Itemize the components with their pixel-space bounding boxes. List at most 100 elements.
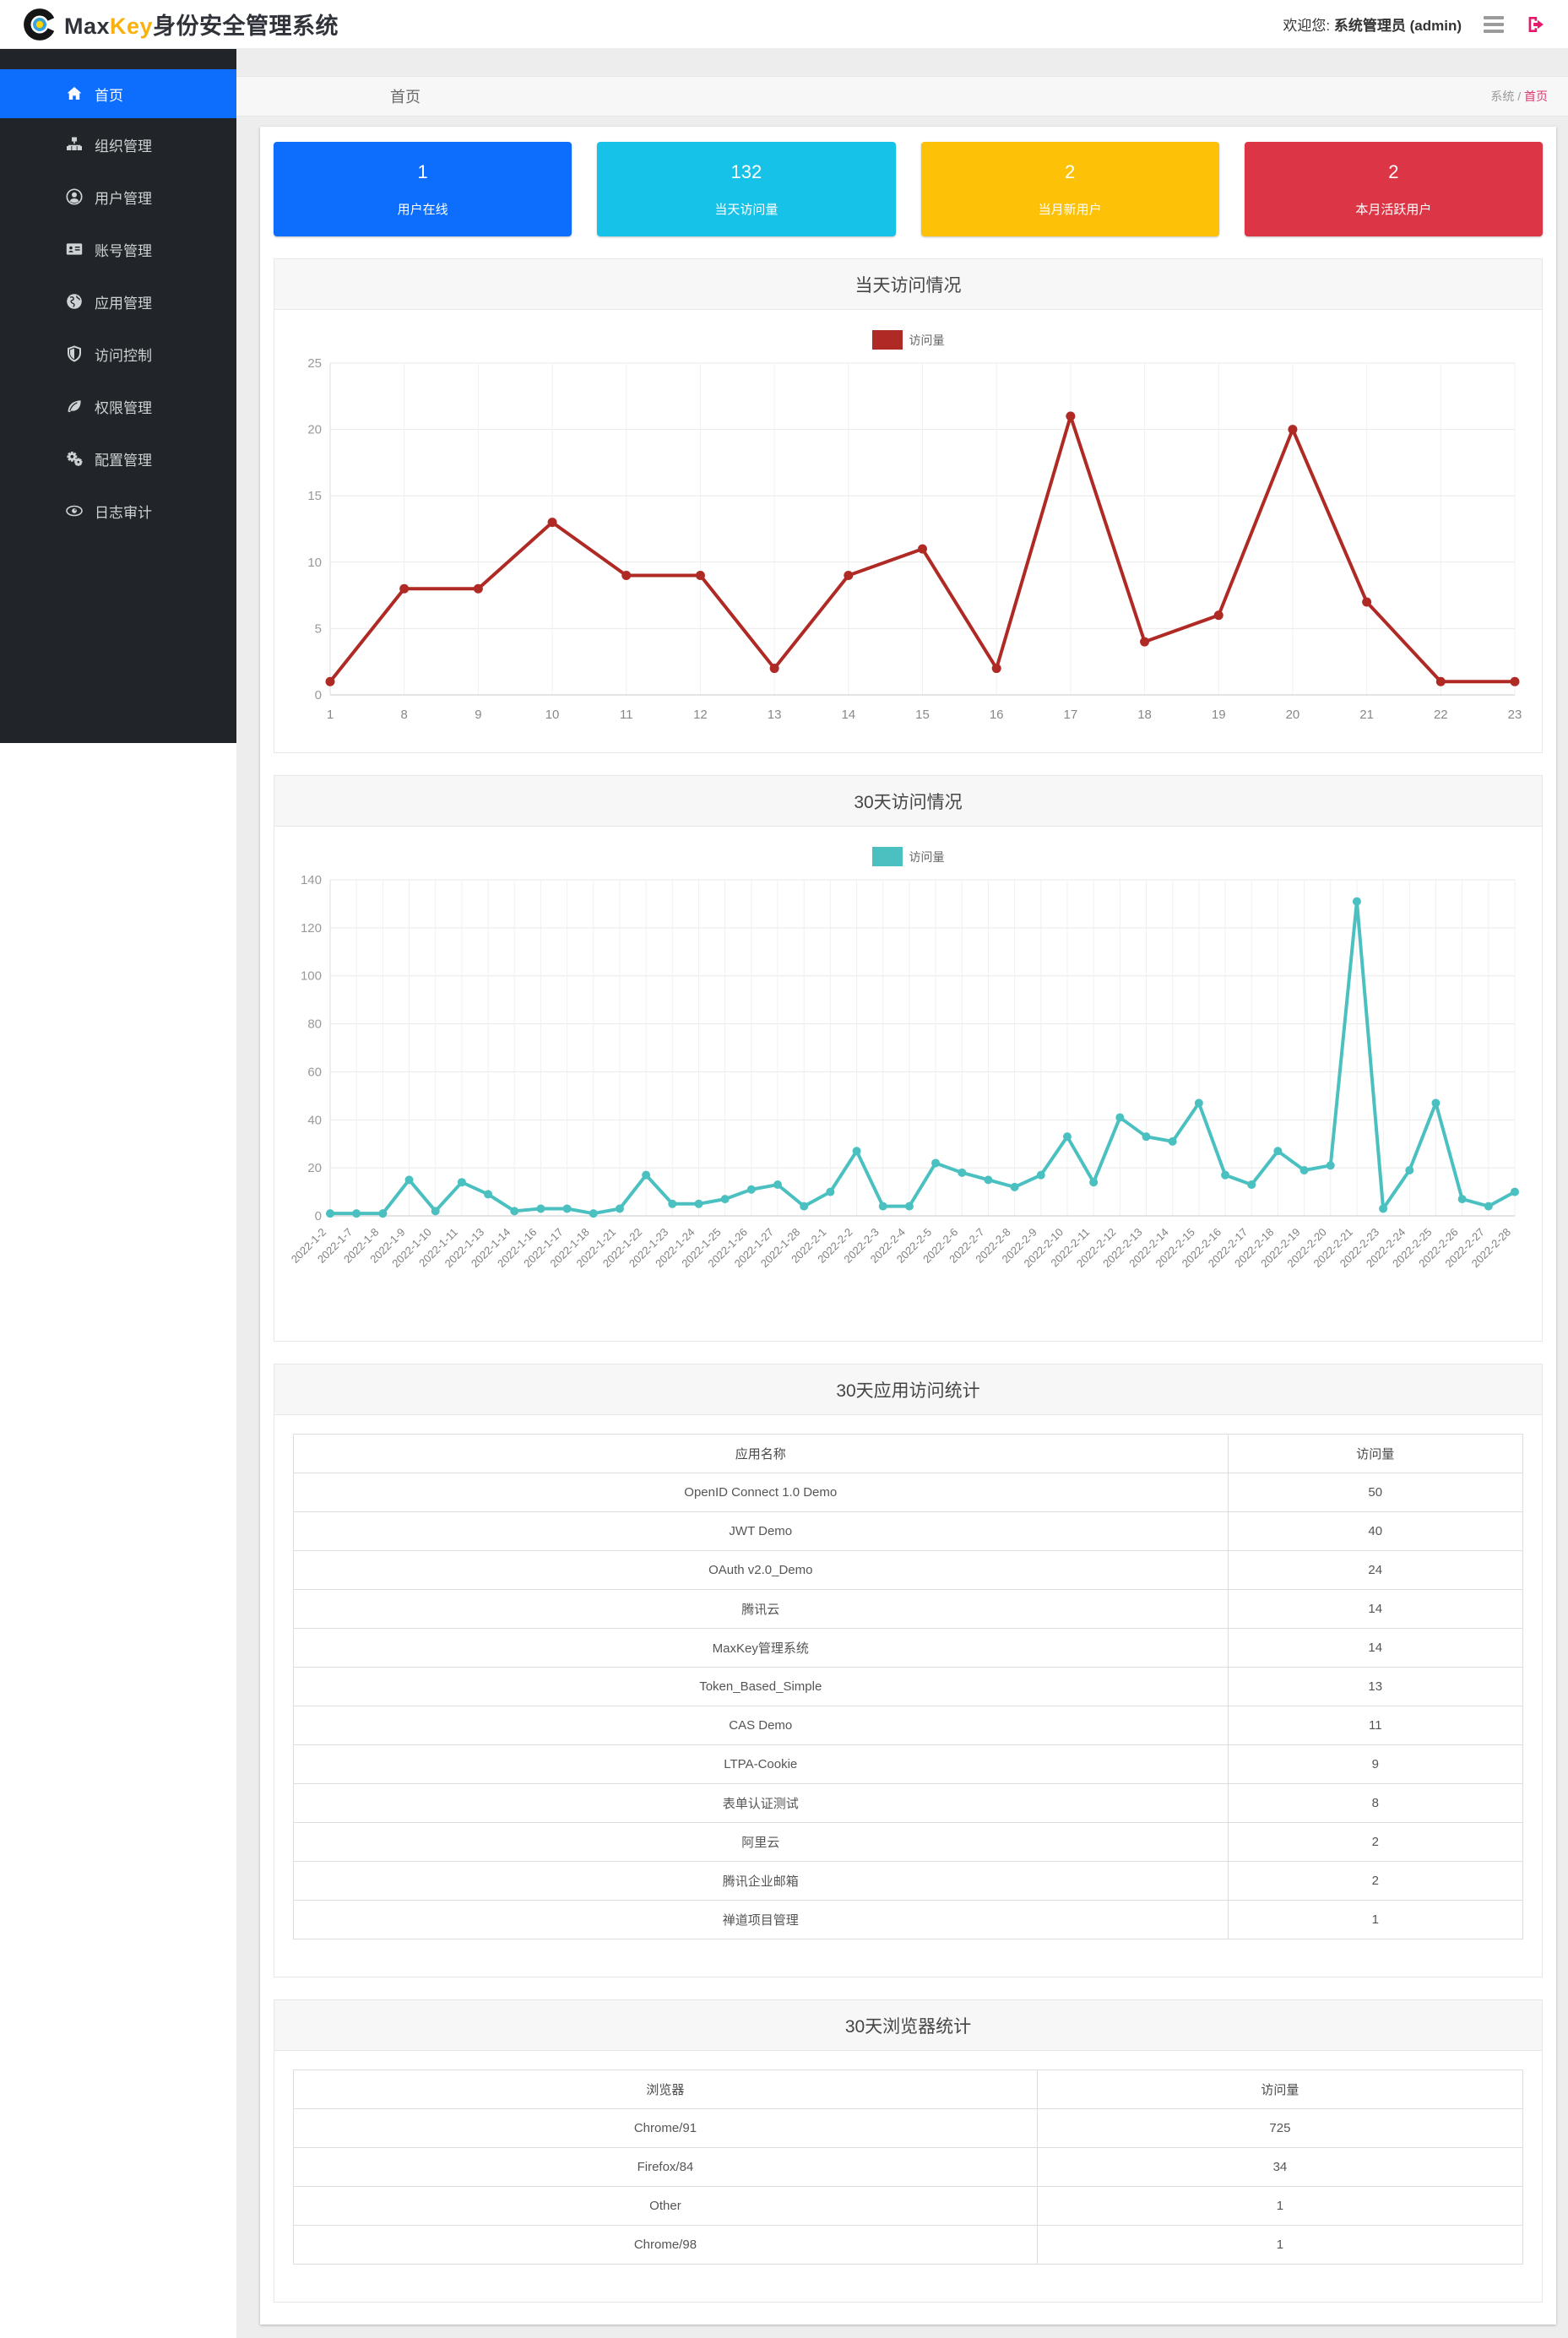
table-row: OpenID Connect 1.0 Demo50 [294,1473,1523,1512]
sidebar-item-label: 权限管理 [95,396,152,417]
column-header: 访问量 [1037,2070,1522,2109]
svg-text:40: 40 [307,1113,322,1127]
table-cell: 2 [1228,1862,1522,1901]
sidebar-item-sitemap[interactable]: 组织管理 [0,118,236,171]
sidebar-item-user[interactable]: 用户管理 [0,171,236,223]
stat-label: 当天访问量 [714,200,778,218]
table-cell: 1 [1037,2187,1522,2226]
browser-table-title: 30天浏览器统计 [274,2000,1542,2051]
svg-text:16: 16 [990,708,1004,722]
cogs-icon [66,450,83,467]
column-header: 浏览器 [294,2070,1038,2109]
sidebar-item-leaf[interactable]: 权限管理 [0,380,236,432]
daily-visits-title: 当天访问情况 [274,259,1542,310]
stat-card: 2当月新用户 [921,142,1219,236]
table-row: 腾讯云14 [294,1590,1523,1629]
table-row: JWT Demo40 [294,1512,1523,1551]
svg-text:140: 140 [301,873,322,887]
svg-text:19: 19 [1212,708,1226,722]
page-title: 首页 [390,85,420,107]
svg-text:120: 120 [301,921,322,936]
svg-text:10: 10 [307,556,322,570]
table-row: OAuth v2.0_Demo24 [294,1551,1523,1590]
breadcrumb-separator: / [1514,90,1524,103]
sidebar: 首页组织管理用户管理账号管理应用管理访问控制权限管理配置管理日志审计 [0,49,236,2338]
table-cell: 50 [1228,1473,1522,1512]
eye-icon [66,502,83,519]
monthly-visits-legend: 访问量 [286,847,1530,866]
breadcrumb-root[interactable]: 系统 [1490,90,1514,103]
svg-text:20: 20 [307,1161,322,1175]
table-cell: Firefox/84 [294,2148,1038,2187]
svg-text:1: 1 [327,708,334,722]
sidebar-item-label: 应用管理 [95,291,152,312]
stat-card: 1用户在线 [274,142,572,236]
sidebar-item-id-card[interactable]: 账号管理 [0,223,236,275]
logout-icon[interactable] [1526,14,1546,35]
table-cell: MaxKey管理系统 [294,1629,1229,1668]
table-header-row: 应用名称访问量 [294,1435,1523,1473]
column-header: 访问量 [1228,1435,1522,1473]
table-row: 阿里云2 [294,1823,1523,1862]
daily-visits-panel: 当天访问情况 访问量 05101520251891011121314151617… [274,258,1543,753]
table-cell: Chrome/98 [294,2226,1038,2265]
svg-text:18: 18 [1137,708,1152,722]
table-cell: 禅道项目管理 [294,1901,1229,1939]
table-cell: 13 [1228,1668,1522,1706]
table-cell: 1 [1228,1901,1522,1939]
app-visits-table-title: 30天应用访问统计 [274,1364,1542,1415]
app-visits-table-panel: 30天应用访问统计 应用名称访问量OpenID Connect 1.0 Demo… [274,1364,1543,1977]
table-cell: 14 [1228,1629,1522,1668]
sidebar-item-shield[interactable]: 访问控制 [0,328,236,380]
table-cell: 40 [1228,1512,1522,1551]
svg-text:20: 20 [1286,708,1300,722]
sidebar-item-label: 账号管理 [95,239,152,260]
table-cell: 腾讯企业邮箱 [294,1862,1229,1901]
table-cell: Chrome/91 [294,2109,1038,2148]
sidebar-item-label: 首页 [95,84,123,105]
svg-text:0: 0 [315,1209,322,1223]
welcome-text: 欢迎您: 系统管理员 (admin) [1283,14,1462,35]
stat-label: 本月活跃用户 [1355,200,1431,218]
brand: MaxKey身份安全管理系统 [22,7,339,42]
table-row: 表单认证测试8 [294,1784,1523,1823]
column-header: 应用名称 [294,1435,1229,1473]
shield-icon [66,345,83,362]
sidebar-item-label: 配置管理 [95,448,152,469]
home-icon [66,85,83,102]
app-header: MaxKey身份安全管理系统 欢迎您: 系统管理员 (admin) [0,0,1568,49]
svg-text:0: 0 [315,688,322,702]
table-cell: 24 [1228,1551,1522,1590]
sidebar-item-home[interactable]: 首页 [0,69,236,118]
user-icon [66,188,83,205]
app-visits-table: 应用名称访问量OpenID Connect 1.0 Demo50JWT Demo… [293,1434,1523,1939]
sidebar-item-cogs[interactable]: 配置管理 [0,432,236,485]
table-cell: Token_Based_Simple [294,1668,1229,1706]
svg-text:17: 17 [1064,708,1078,722]
svg-text:25: 25 [307,356,322,371]
stat-value: 1 [418,161,428,183]
table-cell: CAS Demo [294,1706,1229,1745]
id-card-icon [66,241,83,258]
sidebar-item-label: 用户管理 [95,187,152,208]
stat-value: 132 [731,161,762,183]
breadcrumb-current[interactable]: 首页 [1524,90,1548,103]
menu-toggle-icon[interactable] [1484,16,1504,33]
sidebar-item-globe[interactable]: 应用管理 [0,275,236,328]
table-row: Token_Based_Simple13 [294,1668,1523,1706]
table-row: Firefox/8434 [294,2148,1523,2187]
legend-label: 访问量 [909,332,945,349]
sidebar-item-label: 日志审计 [95,501,152,522]
sidebar-item-label: 访问控制 [95,344,152,365]
sidebar-item-eye[interactable]: 日志审计 [0,485,236,537]
brand-title: MaxKey身份安全管理系统 [64,8,339,41]
svg-text:11: 11 [620,708,633,722]
table-row: 禅道项目管理1 [294,1901,1523,1939]
leaf-icon [66,398,83,415]
svg-text:15: 15 [307,489,322,503]
browser-table: 浏览器访问量Chrome/91725Firefox/8434Other1Chro… [293,2069,1523,2265]
table-row: Chrome/981 [294,2226,1523,2265]
globe-icon [66,293,83,310]
svg-text:15: 15 [915,708,930,722]
svg-text:21: 21 [1359,708,1374,722]
